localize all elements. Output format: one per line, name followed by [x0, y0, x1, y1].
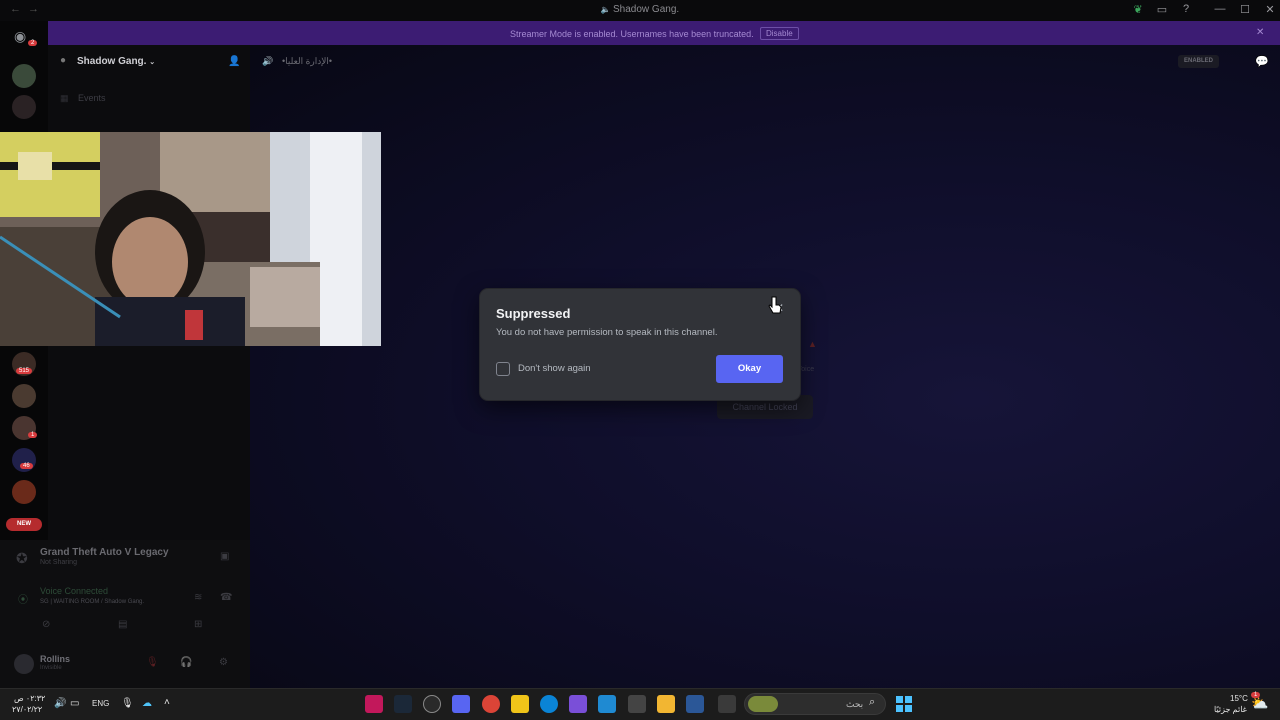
warning-icon: ▲ — [808, 339, 817, 349]
mouse-cursor-icon — [768, 296, 782, 314]
discord-home-icon[interactable]: ◉ — [14, 28, 26, 45]
server-name[interactable]: Shadow Gang. ⌄ — [77, 56, 155, 67]
voice-channel-icon: 🔊 — [262, 56, 274, 66]
new-unreads-pill[interactable]: NEW — [6, 518, 42, 531]
user-panel — [0, 540, 250, 688]
noise-suppression-icon[interactable]: ≋ — [194, 592, 202, 603]
close-window-button[interactable]: ✕ — [1262, 3, 1278, 16]
task-view-icon[interactable] — [718, 695, 736, 713]
server-icon[interactable] — [12, 95, 36, 119]
power-bi-icon[interactable] — [511, 695, 529, 713]
chat-icon[interactable]: 💬 — [1255, 55, 1269, 68]
home-badge: 2 — [28, 40, 38, 46]
title-bar: ← → 🔈 Shadow Gang. ❦ ▭ ? — ☐ ✕ — [0, 0, 1280, 21]
screen-share-icon[interactable]: ▣ — [220, 551, 229, 562]
voice-connected-label[interactable]: Voice Connected — [40, 586, 108, 596]
volume-icon[interactable]: 🔊 — [54, 698, 66, 709]
edge-icon[interactable] — [540, 695, 558, 713]
dialog-title: Suppressed — [496, 306, 571, 321]
file-explorer-icon[interactable] — [657, 695, 675, 713]
chrome-icon[interactable] — [482, 695, 500, 713]
microphone-icon[interactable]: 🎙 — [121, 698, 134, 709]
settings-gear-icon[interactable]: ⚙ — [219, 657, 228, 668]
channel-name: •الإدارة العليا• — [282, 56, 333, 66]
app-icon[interactable] — [686, 695, 704, 713]
app-icon[interactable] — [365, 695, 383, 713]
obs-icon[interactable] — [423, 695, 441, 713]
dont-show-again-checkbox[interactable] — [496, 362, 510, 376]
dont-show-again-label[interactable]: Don't show again — [518, 363, 591, 374]
streamer-mode-pill[interactable]: ENABLED — [1178, 55, 1220, 68]
store-icon[interactable] — [628, 695, 646, 713]
okay-button[interactable]: Okay — [716, 355, 783, 383]
maximize-button[interactable]: ☐ — [1237, 3, 1253, 16]
server-emblem-icon: ● — [60, 55, 67, 66]
search-highlight-image — [748, 696, 778, 712]
speaker-icon: 🔈 — [600, 5, 613, 14]
calendar-icon: ▦ — [60, 93, 69, 103]
weather-desc[interactable]: غائم جزئيًا — [1214, 705, 1247, 714]
search-icon: ⌕ — [869, 696, 876, 708]
chevron-up-icon[interactable]: ˄ — [164, 697, 170, 708]
copilot-icon[interactable] — [569, 695, 587, 713]
disconnect-icon[interactable]: ☎ — [220, 592, 232, 603]
signal-icon: ⦿ — [18, 595, 28, 606]
game-icon: ✪ — [16, 550, 28, 566]
steam-icon[interactable] — [394, 695, 412, 713]
mic-muted-icon[interactable]: 🎙 — [146, 657, 159, 668]
telegram-icon[interactable] — [598, 695, 616, 713]
server-badge: 515 — [16, 368, 33, 374]
game-status: Not Sharing — [40, 559, 77, 566]
camera-off-icon[interactable]: ⊘ — [42, 619, 50, 630]
avatar[interactable] — [14, 654, 34, 674]
server-icon[interactable] — [12, 64, 36, 88]
headphones-icon[interactable]: 🎧 — [180, 657, 192, 668]
webcam-scene — [0, 132, 381, 346]
weather-temp[interactable]: 15°C — [1230, 694, 1248, 703]
share-screen-icon[interactable]: ▤ — [118, 619, 127, 630]
network-icon[interactable]: ▭ — [70, 698, 79, 709]
window-title: 🔈 Shadow Gang. — [600, 4, 680, 15]
server-badge: 46 — [20, 463, 33, 469]
clock-time[interactable]: ٠٢:٣٢ ص — [14, 694, 45, 703]
webcam-overlay — [0, 132, 381, 346]
voice-channel-info: SG | WAITING ROOM / Shadow Gang. — [40, 599, 145, 605]
dialog-message: You do not have permission to speak in t… — [496, 327, 718, 338]
server-badge: 1 — [28, 432, 38, 438]
minimize-button[interactable]: — — [1212, 3, 1228, 15]
discord-icon[interactable] — [452, 695, 470, 713]
language-indicator[interactable]: ENG — [92, 699, 109, 708]
help-icon[interactable]: ? — [1178, 3, 1194, 15]
user-status: Invisible — [40, 665, 62, 671]
clock-date[interactable]: ٢٧/٠٢/٢٢ — [12, 705, 42, 714]
activities-icon[interactable]: ⊞ — [194, 619, 202, 630]
username[interactable]: Rollins — [40, 654, 70, 664]
windows-start-icon[interactable] — [895, 695, 913, 713]
add-member-icon[interactable]: 👤 — [228, 56, 240, 67]
disable-streamer-button[interactable]: Disable — [760, 27, 799, 40]
banner-text: Streamer Mode is enabled. Usernames have… — [510, 29, 754, 39]
game-title: Grand Theft Auto V Legacy — [40, 547, 169, 558]
leaf-icon[interactable]: ❦ — [1130, 3, 1146, 16]
events-link[interactable]: Events — [78, 93, 106, 103]
inbox-icon[interactable]: ▭ — [1154, 3, 1170, 16]
banner-close-icon[interactable]: ✕ — [1256, 27, 1264, 38]
notification-badge: 1 — [1251, 692, 1261, 698]
server-icon[interactable] — [12, 384, 36, 408]
onedrive-icon[interactable]: ☁ — [142, 698, 152, 709]
chevron-down-icon: ⌄ — [149, 59, 156, 66]
search-placeholder: بحث — [846, 699, 864, 709]
server-icon[interactable] — [12, 480, 36, 504]
